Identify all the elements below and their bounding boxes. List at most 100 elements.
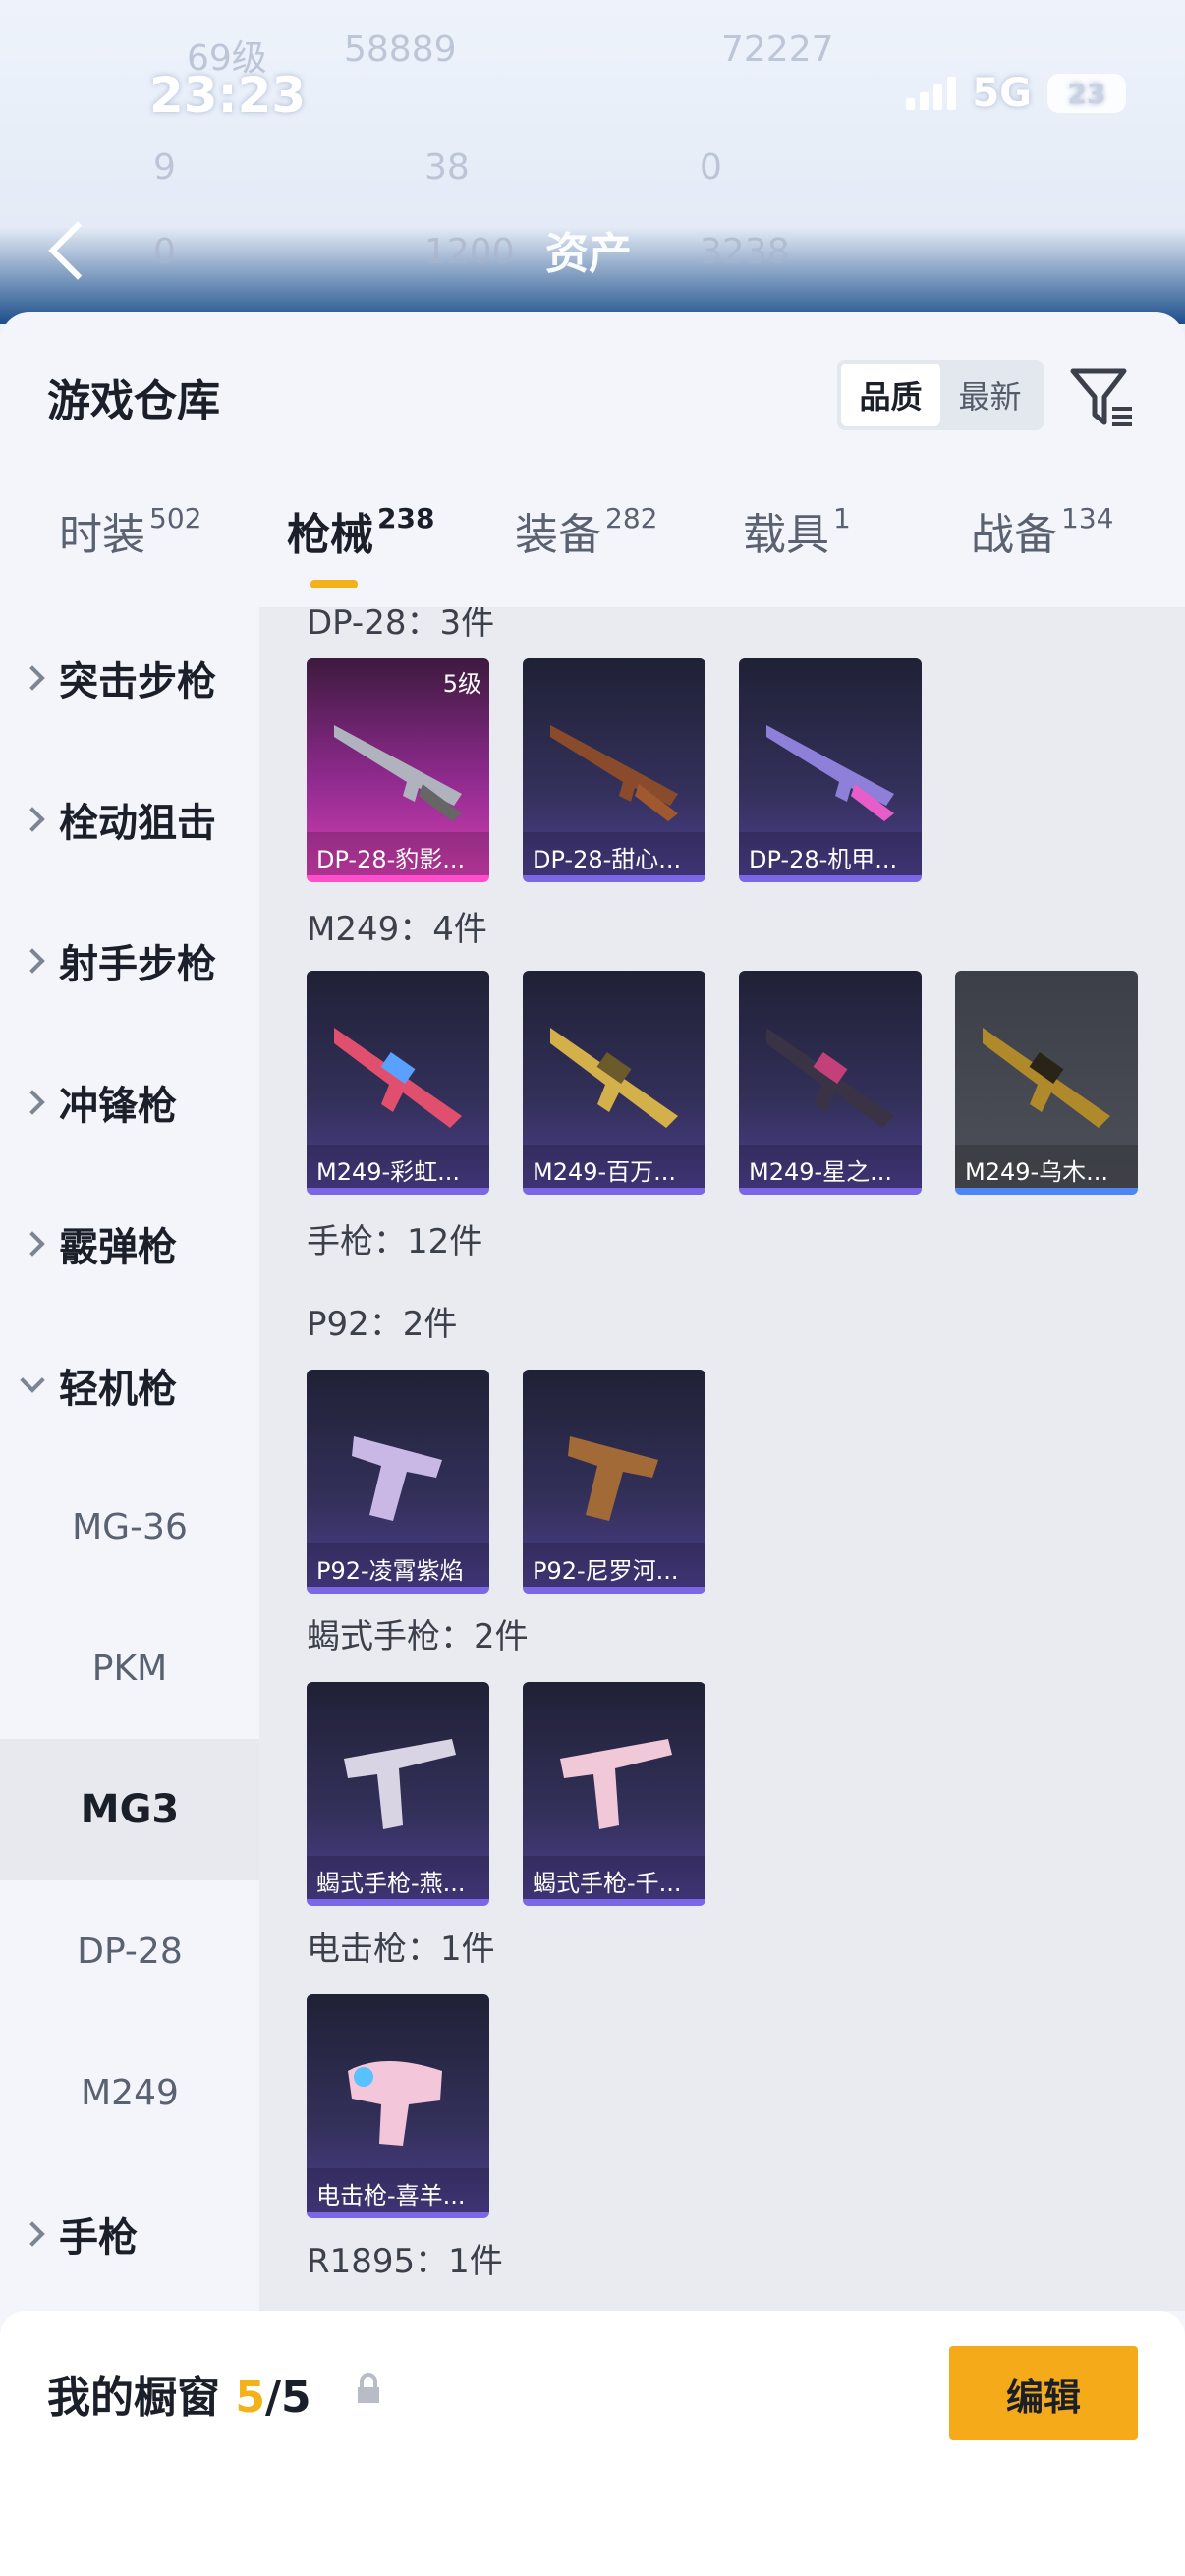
skin-card[interactable]: M249-彩虹...: [307, 971, 489, 1195]
lmg-icon: [550, 1028, 678, 1128]
tab-gear[interactable]: 战备 134: [971, 499, 1113, 562]
chevron-right-icon: [20, 665, 45, 691]
tab-equipment-label: 装备: [515, 510, 601, 560]
skin-card[interactable]: DP-28-机甲...: [739, 658, 922, 882]
skin-card[interactable]: M249-百万...: [523, 971, 705, 1195]
showcase-current-count: 5: [235, 2373, 265, 2423]
stat-points: 72227: [721, 29, 834, 70]
tab-fashion-label: 时装: [59, 510, 145, 560]
tab-guns-count: 238: [377, 502, 435, 534]
chevron-right-icon: [20, 1231, 45, 1257]
category-assault-rifle[interactable]: 突击步枪: [0, 607, 259, 749]
lmg-icon: [334, 725, 462, 821]
edit-button[interactable]: 编辑: [949, 2346, 1138, 2440]
section-title-m249: M249：4件: [307, 910, 487, 949]
blurred-header: 69级 58889 72227 9 38 0 0 1200 3238 23:23…: [0, 0, 1185, 324]
skin-card[interactable]: P92-尼罗河...: [523, 1370, 705, 1594]
stat-d: 0: [153, 232, 176, 272]
lmg-icon: [766, 725, 894, 821]
category-smg[interactable]: 冲锋枪: [0, 1032, 259, 1173]
chevron-down-icon: [20, 1368, 45, 1393]
lmg-icon: [550, 725, 678, 821]
category-label: 射手步枪: [59, 942, 216, 987]
lmg-icon: [334, 1028, 462, 1128]
section-title-dp28: DP-28：3件: [307, 607, 495, 643]
skin-card[interactable]: 蝎式手枪-千...: [523, 1682, 705, 1906]
skin-card[interactable]: 电击枪-喜羊...: [307, 1994, 489, 2218]
section-title-pistol: 手枪：12件: [307, 1222, 483, 1261]
category-pistol[interactable]: 手枪: [0, 2163, 259, 2305]
stat-c: 0: [700, 147, 722, 188]
subcategory-pkm[interactable]: PKM: [0, 1597, 259, 1739]
skin-name: M249-星之...: [739, 1145, 922, 1188]
showcase-bar: 我的橱窗 5/5 编辑: [0, 2311, 1185, 2576]
lmg-icon: [766, 1028, 894, 1128]
skin-name: M249-乌木...: [955, 1145, 1138, 1188]
sheet-title: 游戏仓库: [47, 376, 220, 426]
stat-b: 38: [424, 147, 470, 188]
skin-card[interactable]: DP-28-甜心...: [523, 658, 705, 882]
subcategory-mg3[interactable]: MG3: [0, 1739, 259, 1880]
chevron-right-icon: [20, 1090, 45, 1115]
skin-name: DP-28-豹影...: [307, 832, 489, 875]
sort-toggle: 品质 最新: [837, 360, 1044, 430]
skin-card[interactable]: 蝎式手枪-燕...: [307, 1682, 489, 1906]
pistol-icon: [568, 1436, 658, 1521]
skin-card[interactable]: P92-凌霄紫焰: [307, 1370, 489, 1594]
sort-newest-button[interactable]: 最新: [940, 364, 1040, 426]
stat-a: 9: [153, 147, 176, 188]
lock-icon: [354, 2370, 383, 2409]
section-title-scorpion: 蝎式手枪：2件: [307, 1617, 529, 1656]
category-bolt-sniper[interactable]: 栓动狙击: [0, 749, 259, 890]
pistol-icon: [352, 1436, 442, 1521]
skin-name: 蝎式手枪-千...: [523, 1856, 705, 1899]
tab-guns[interactable]: 枪械 238: [287, 499, 434, 562]
tab-fashion[interactable]: 时装 502: [59, 499, 201, 562]
skin-name: DP-28-甜心...: [523, 832, 705, 875]
warehouse-sheet: 游戏仓库 品质 最新 时装 502 枪械 238 装备 282 载具 1 战备 134 突…: [0, 312, 1185, 2576]
back-button[interactable]: [39, 216, 98, 285]
showcase-label: 我的橱窗 5/5: [47, 2362, 311, 2425]
skin-card[interactable]: M249-星之...: [739, 971, 922, 1195]
status-time: 23:23: [149, 67, 307, 124]
skin-card[interactable]: M249-乌木...: [955, 971, 1138, 1195]
category-label: 轻机枪: [59, 1367, 177, 1412]
smg-icon: [560, 1739, 672, 1829]
tab-vehicles-count: 1: [833, 502, 851, 534]
signal-icon: [906, 77, 957, 110]
header-title: 资产: [545, 229, 632, 279]
subcategory-dp28[interactable]: DP-28: [0, 1880, 259, 2022]
showcase-total: /5: [264, 2373, 311, 2423]
tab-guns-label: 枪械: [287, 510, 373, 560]
showcase-title: 我的橱窗: [47, 2373, 220, 2423]
category-lmg[interactable]: 轻机枪: [0, 1315, 259, 1456]
battery-icon: 23: [1047, 74, 1126, 113]
tab-equipment-count: 282: [605, 502, 658, 534]
section-title-stun-gun: 电击枪：1件: [307, 1930, 495, 1969]
weapon-category-list: 突击步枪 栓动狙击 射手步枪 冲锋枪 霰弹枪 轻机枪 MG-36 PKM MG3…: [0, 607, 259, 2311]
tab-gear-count: 134: [1061, 502, 1114, 534]
skin-name: 蝎式手枪-燕...: [307, 1856, 489, 1899]
category-marksman-rifle[interactable]: 射手步枪: [0, 890, 259, 1032]
chevron-right-icon: [20, 948, 45, 974]
active-tab-indicator: [310, 580, 358, 588]
tab-equipment[interactable]: 装备 282: [515, 499, 657, 562]
subcategory-m249[interactable]: M249: [0, 2022, 259, 2163]
skin-name: 电击枪-喜羊...: [307, 2168, 489, 2212]
sort-quality-button[interactable]: 品质: [841, 364, 940, 426]
category-label: 突击步枪: [59, 659, 216, 704]
filter-icon[interactable]: [1067, 362, 1136, 430]
subcategory-mg36[interactable]: MG-36: [0, 1456, 259, 1597]
stat-e: 1200: [424, 232, 515, 272]
skin-name: P92-尼罗河...: [523, 1543, 705, 1587]
level-badge: 5级: [442, 670, 481, 698]
section-title-r1895: R1895：1件: [307, 2242, 503, 2281]
tab-vehicles[interactable]: 载具 1: [743, 499, 851, 562]
skin-card[interactable]: 5级 DP-28-豹影...: [307, 658, 489, 882]
category-shotgun[interactable]: 霰弹枪: [0, 1173, 259, 1315]
chevron-right-icon: [20, 2221, 45, 2247]
network-label: 5G: [972, 71, 1032, 116]
skin-name: P92-凌霄紫焰: [307, 1543, 489, 1587]
category-label: 霰弹枪: [59, 1225, 177, 1270]
section-title-p92: P92：2件: [307, 1305, 458, 1344]
